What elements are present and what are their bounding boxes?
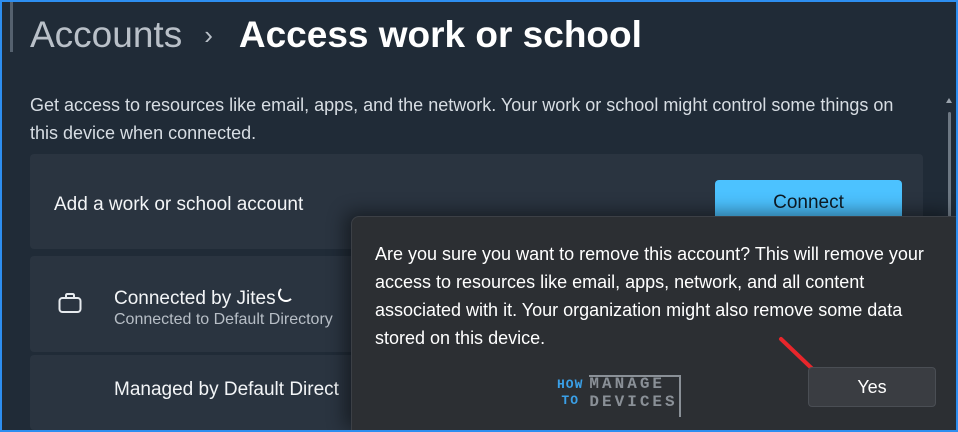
account-title: Connected by Jites bbox=[114, 286, 294, 310]
logo-how-to: HOW TO bbox=[557, 377, 583, 409]
page-description: Get access to resources like email, apps… bbox=[30, 95, 894, 143]
logo-frame bbox=[589, 375, 681, 417]
loading-spinner-icon bbox=[277, 286, 294, 302]
remove-account-dialog: Are you sure you want to remove this acc… bbox=[351, 216, 956, 430]
breadcrumb-accounts-link[interactable]: Accounts bbox=[30, 14, 182, 56]
breadcrumb: Accounts › Access work or school bbox=[30, 14, 642, 56]
dialog-message: Are you sure you want to remove this acc… bbox=[375, 244, 924, 348]
page-title: Access work or school bbox=[238, 14, 642, 55]
logo-to-text: TO bbox=[561, 393, 579, 408]
managed-by-label: Managed by Default Direct bbox=[114, 379, 339, 400]
yes-button[interactable]: Yes bbox=[808, 367, 936, 407]
briefcase-icon bbox=[58, 293, 82, 313]
logo-how-text: HOW bbox=[557, 377, 584, 392]
account-subtitle: Connected to Default Directory bbox=[114, 311, 333, 328]
add-account-label: Add a work or school account bbox=[54, 194, 304, 215]
window-edge bbox=[10, 2, 13, 52]
settings-window: Accounts › Access work or school Get acc… bbox=[0, 0, 958, 432]
account-title-text: Connected by Jites bbox=[114, 288, 276, 309]
breadcrumb-separator-icon: › bbox=[204, 19, 213, 50]
